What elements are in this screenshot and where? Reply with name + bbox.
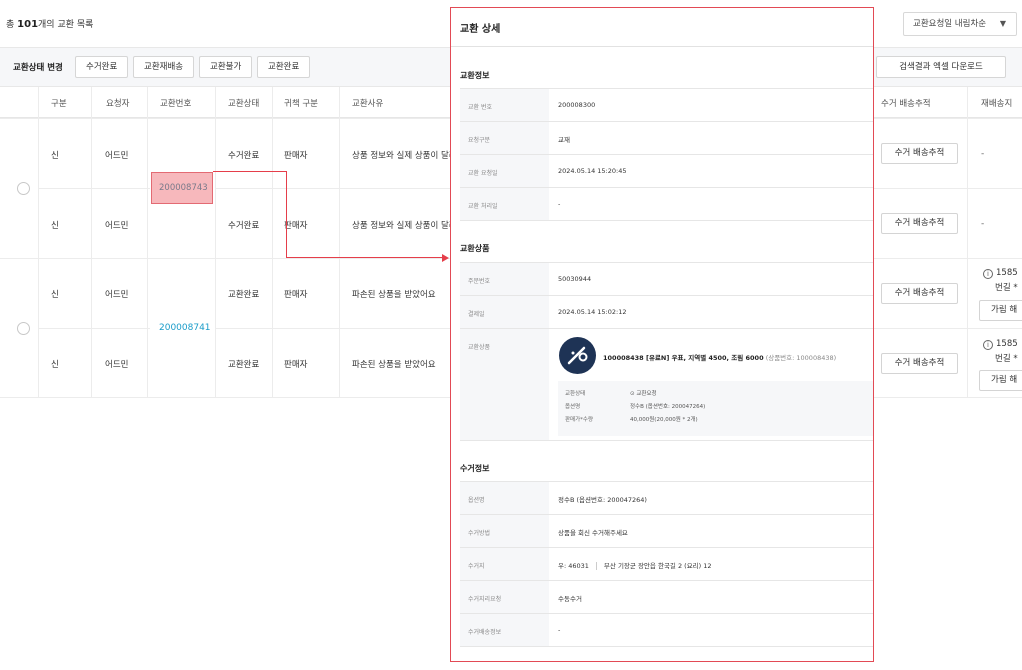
header-type: 구분: [51, 99, 67, 109]
pickup-info-title: 수거정보: [460, 464, 490, 473]
cell-fault: 판매자: [284, 151, 308, 161]
product-item-row: 교환상품 100008438 [유료N] 우표, 지역별 4500, 조림 60…: [460, 329, 873, 441]
toolbar-label: 교환상태 변경: [13, 63, 63, 73]
exchange-info-table: 교환 번호 200008300 요청구분 교재 교환 요청일 2024.05.14 1…: [460, 88, 873, 221]
pickup-row: 수거지리요청 수동수거: [460, 581, 873, 614]
pickup-row: 수거지 우: 46031 부산 기장군 장안읍 한국길 2 (요리) 12: [460, 548, 873, 581]
pickup-tracking-button[interactable]: 수거 배송추적: [881, 143, 958, 164]
pickup-info-table: 옵션명 정수B (옵션번호: 200047264) 수거방법 상품을 회신 수거해주…: [460, 481, 873, 647]
reship-empty: -: [981, 149, 985, 159]
exchange-detail-panel: 교환 상세 교환정보 교환 번호 200008300 요청구분 교재 교환 요청일 2…: [450, 7, 874, 662]
header-reason: 교환사유: [352, 99, 384, 109]
cell-fault: 판매자: [284, 290, 308, 300]
total-count: 101: [17, 19, 39, 30]
info-row: 교환 처리일 -: [460, 188, 873, 221]
connector-line: [286, 171, 287, 258]
cell-requester: 어드민: [105, 290, 129, 300]
reship-empty: -: [981, 219, 985, 229]
exchange-reject-button[interactable]: 교환불가: [199, 56, 253, 78]
excel-download-button[interactable]: 검색결과 엑셀 다운로드: [876, 56, 1006, 78]
connector-line: [286, 257, 443, 258]
pickup-tracking-button[interactable]: 수거 배송추적: [881, 283, 958, 304]
header-reship-address: 재배송지: [981, 99, 1013, 109]
pickup-tracking-button[interactable]: 수거 배송추적: [881, 213, 958, 234]
product-name: 100008438 [유료N] 우표, 지역별 4500, 조림 6000 (상…: [603, 354, 837, 362]
reship-button[interactable]: 교환재배송: [133, 56, 195, 78]
product-row: 주문번호 50030944: [460, 263, 873, 296]
pickup-row: 수거배송정보 -: [460, 614, 873, 647]
info-icon: i: [983, 269, 993, 279]
pickup-tracking-button[interactable]: 수거 배송추적: [881, 353, 958, 374]
total-count-text: 총 101개의 교환 목록: [6, 19, 94, 30]
exchange-product-title: 교환상품: [460, 244, 490, 253]
cell-fault: 판매자: [284, 360, 308, 370]
cell-reason: 상품 정보와 실제 상품이 달라: [352, 221, 457, 231]
cell-status: 교환완료: [228, 290, 260, 300]
product-detail-row: 옵션명 정수B (옵션번호: 200047264): [565, 404, 706, 410]
cell-type: 신: [51, 221, 59, 231]
cell-type: 신: [51, 290, 59, 300]
exchange-number-link-highlighted[interactable]: 200008743: [151, 172, 213, 204]
cell-status: 수거완료: [228, 151, 260, 161]
exchange-complete-button[interactable]: 교환완료: [257, 56, 311, 78]
cell-requester: 어드민: [105, 151, 129, 161]
reship-number: 1585: [996, 339, 1018, 349]
cell-reason: 파손된 상품을 받았어요: [352, 290, 436, 300]
reship-address: 번길 *: [995, 354, 1018, 364]
arrow-head-icon: [442, 254, 449, 262]
info-row: 교환 번호 200008300: [460, 89, 873, 122]
product-detail-box: 교환상태 ⊙ 교환요청 옵션명 정수B (옵션번호: 200047264) 판매가*…: [558, 381, 873, 436]
row-radio-1[interactable]: [17, 182, 30, 195]
cell-reason: 상품 정보와 실제 상품이 달라: [352, 151, 457, 161]
cell-reason: 파손된 상품을 받았어요: [352, 360, 436, 370]
cell-type: 신: [51, 151, 59, 161]
product-logo-icon: [559, 337, 596, 374]
pickup-row: 수거방법 상품을 회신 수거해주세요: [460, 515, 873, 548]
exchange-info-title: 교환정보: [460, 71, 490, 80]
unmask-button[interactable]: 가림 해: [979, 300, 1022, 321]
cell-fault: 판매자: [284, 221, 308, 231]
product-detail-row: 교환상태 ⊙ 교환요청: [565, 391, 657, 397]
cell-type: 신: [51, 360, 59, 370]
header-pickup-tracking: 수거 배송추적: [881, 99, 931, 109]
panel-title: 교환 상세: [460, 24, 501, 35]
cell-requester: 어드민: [105, 221, 129, 231]
row-radio-2[interactable]: [17, 322, 30, 335]
cell-status: 교환완료: [228, 360, 260, 370]
info-row: 교환 요청일 2024.05.14 15:20:45: [460, 155, 873, 188]
chevron-down-icon: ▼: [999, 19, 1006, 28]
header-requester: 요청자: [106, 99, 130, 109]
cell-status: 수거완료: [228, 221, 260, 231]
reship-address: 번길 *: [995, 283, 1018, 293]
sort-select-value: 교환요청일 내림차순: [913, 19, 987, 29]
info-row: 요청구분 교재: [460, 122, 873, 155]
exchange-product-table: 주문번호 50030944 결제일 2024.05.14 15:02:12 교환상품…: [460, 262, 873, 441]
header-status: 교환상태: [228, 99, 260, 109]
unmask-button[interactable]: 가림 해: [979, 370, 1022, 391]
pickup-row: 옵션명 정수B (옵션번호: 200047264): [460, 482, 873, 515]
cell-requester: 어드민: [105, 360, 129, 370]
sort-select[interactable]: 교환요청일 내림차순 ▼: [903, 12, 1017, 36]
exchange-number-link[interactable]: 200008741: [159, 323, 211, 333]
product-row: 결제일 2024.05.14 15:02:12: [460, 296, 873, 329]
pickup-address: 부산 기장군 장안읍 한국길 2 (요리) 12: [603, 562, 712, 570]
pickup-complete-button[interactable]: 수거완료: [75, 56, 129, 78]
connector-line: [213, 171, 287, 172]
header-exchange-number: 교환번호: [160, 99, 192, 109]
info-icon: i: [983, 340, 993, 350]
header-fault: 귀책 구분: [284, 99, 318, 109]
reship-number: 1585: [996, 268, 1018, 278]
product-detail-row: 판매가*수량 40,000원(20,000원 * 2개): [565, 417, 698, 423]
